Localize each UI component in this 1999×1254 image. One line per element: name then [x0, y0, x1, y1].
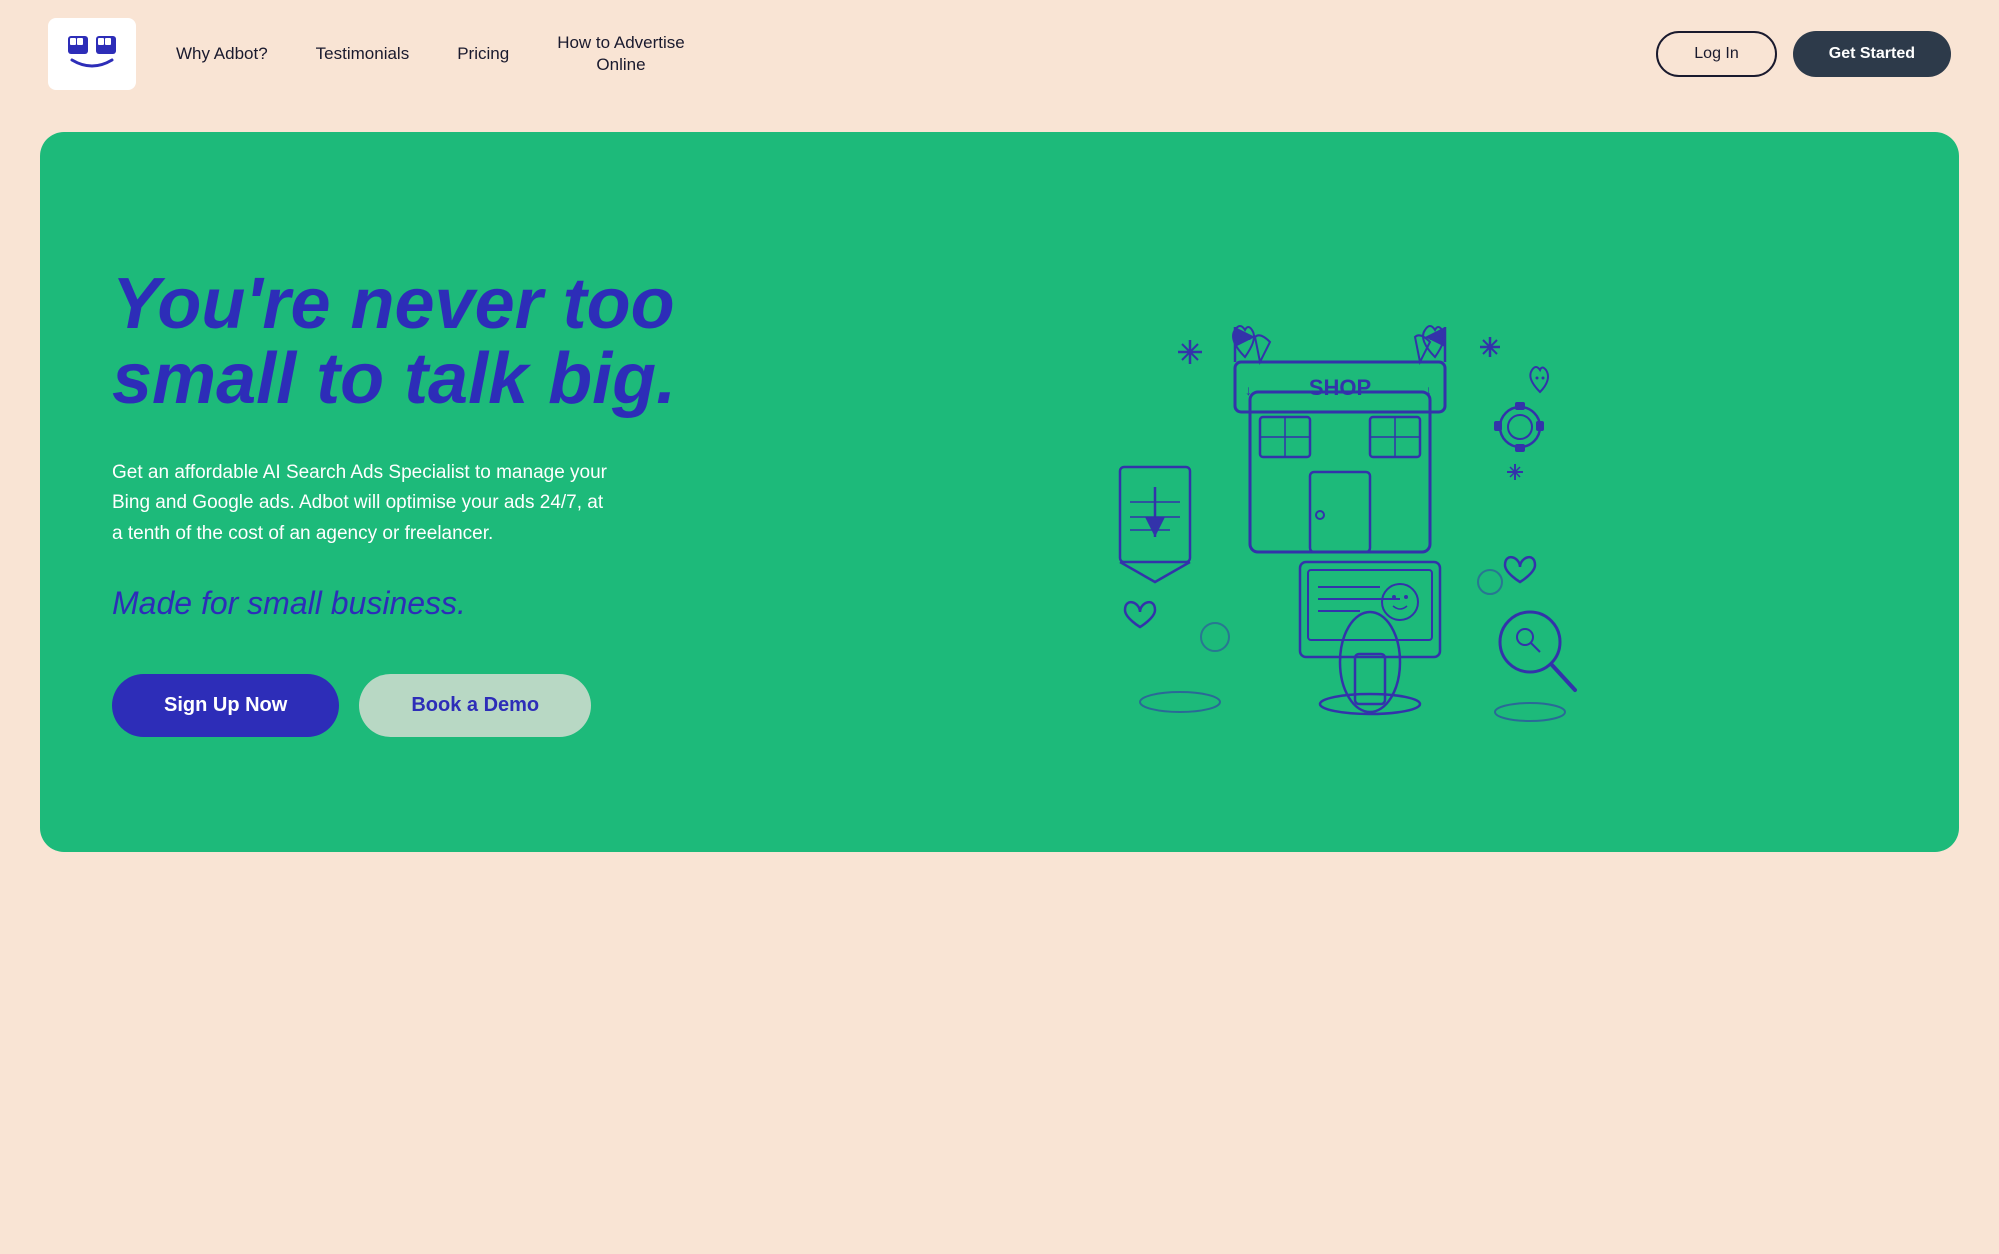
illustration-svg: SHOP ↓ ↓: [1060, 272, 1580, 732]
logo[interactable]: [48, 18, 136, 90]
header-actions: Log In Get Started: [1656, 31, 1951, 77]
hero-illustration: SHOP ↓ ↓: [752, 272, 1887, 732]
nav-why-adbot[interactable]: Why Adbot?: [176, 44, 268, 64]
login-button[interactable]: Log In: [1656, 31, 1776, 77]
hero-description: Get an affordable AI Search Ads Speciali…: [112, 458, 612, 549]
header: Why Adbot? Testimonials Pricing How to A…: [0, 0, 1999, 108]
hero-buttons: Sign Up Now Book a Demo: [112, 674, 752, 737]
signup-button[interactable]: Sign Up Now: [112, 674, 339, 737]
svg-text:SHOP: SHOP: [1308, 375, 1370, 400]
hero-section: You're never too small to talk big. Get …: [40, 132, 1959, 852]
hero-subheading: Made for small business.: [112, 585, 752, 622]
book-demo-button[interactable]: Book a Demo: [359, 674, 591, 737]
nav-pricing[interactable]: Pricing: [457, 44, 509, 64]
get-started-button[interactable]: Get Started: [1793, 31, 1951, 77]
nav-how-to-advertise[interactable]: How to AdvertiseOnline: [557, 32, 685, 76]
main-nav: Why Adbot? Testimonials Pricing How to A…: [176, 32, 1616, 76]
hero-content: You're never too small to talk big. Get …: [112, 267, 752, 737]
svg-text:↓: ↓: [1425, 382, 1432, 398]
nav-testimonials[interactable]: Testimonials: [316, 44, 410, 64]
svg-text:↓: ↓: [1245, 382, 1252, 398]
hero-headline: You're never too small to talk big.: [112, 267, 752, 418]
